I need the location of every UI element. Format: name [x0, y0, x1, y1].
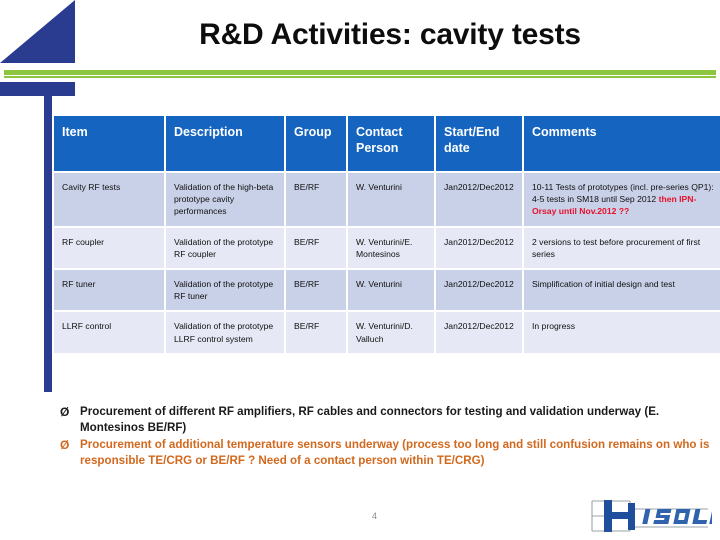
table-header: Item Description Group Contact Person St… — [54, 116, 720, 171]
cell-contact: W. Venturini — [348, 173, 434, 226]
cell-dates: Jan2012/Dec2012 — [436, 312, 522, 353]
hie-isolde-logo — [586, 497, 720, 535]
table-row: RF tuner Validation of the prototype RF … — [54, 270, 720, 311]
cell-description: Validation of the prototype RF tuner — [166, 270, 284, 311]
cell-contact: W. Venturini/D. Valluch — [348, 312, 434, 353]
column-header-start-end-date: Start/End date — [436, 116, 522, 171]
cell-description: Validation of the high-beta prototype ca… — [166, 173, 284, 226]
cell-item: RF tuner — [54, 270, 164, 311]
cell-comments: In progress — [524, 312, 720, 353]
page-number: 4 — [372, 511, 378, 521]
comments-plain-text: In progress — [532, 321, 575, 332]
bullet-text: Procurement of additional temperature se… — [80, 438, 710, 467]
column-header-group: Group — [286, 116, 346, 171]
table-header-row: Item Description Group Contact Person St… — [54, 116, 720, 171]
left-vertical-stripe — [44, 96, 52, 392]
column-header-description: Description — [166, 116, 284, 171]
list-item: Ø Procurement of additional temperature … — [60, 437, 710, 468]
page-title: R&D Activities: cavity tests — [199, 18, 581, 51]
bullet-arrow-icon: Ø — [60, 438, 70, 453]
bullet-text: Procurement of different RF amplifiers, … — [80, 405, 660, 434]
cell-group: BE/RF — [286, 227, 346, 269]
cell-group: BE/RF — [286, 312, 346, 353]
comments-plain-text: 2 versions to test before procurement of… — [532, 236, 701, 259]
rd-activities-table-wrapper: Item Description Group Contact Person St… — [52, 114, 720, 355]
cell-contact: W. Venturini — [348, 270, 434, 311]
corner-bar-decoration — [0, 82, 75, 96]
cell-item: RF coupler — [54, 227, 164, 269]
cell-description: Validation of the prototype LLRF control… — [166, 312, 284, 353]
comments-plain-text: Simplification of initial design and tes… — [532, 279, 675, 290]
cell-comments: 2 versions to test before procurement of… — [524, 227, 720, 269]
cell-group: BE/RF — [286, 173, 346, 226]
cell-item: LLRF control — [54, 312, 164, 353]
bullet-arrow-icon: Ø — [60, 405, 70, 419]
corner-triangle-decoration — [0, 0, 75, 63]
table-row: LLRF control Validation of the prototype… — [54, 312, 720, 353]
cell-dates: Jan2012/Dec2012 — [436, 173, 522, 226]
cell-group: BE/RF — [286, 270, 346, 311]
column-header-item: Item — [54, 116, 164, 171]
cell-item: Cavity RF tests — [54, 173, 164, 226]
cell-dates: Jan2012/Dec2012 — [436, 227, 522, 269]
bullet-list: Ø Procurement of different RF amplifiers… — [60, 404, 710, 471]
table-row: RF coupler Validation of the prototype R… — [54, 227, 720, 269]
cell-comments: Simplification of initial design and tes… — [524, 270, 720, 311]
table-row: Cavity RF tests Validation of the high-b… — [54, 173, 720, 226]
column-header-comments: Comments — [524, 116, 720, 171]
rd-activities-table: Item Description Group Contact Person St… — [52, 114, 720, 355]
slide-canvas: R&D Activities: cavity tests Item Descri… — [0, 0, 720, 540]
table-body: Cavity RF tests Validation of the high-b… — [54, 173, 720, 353]
cell-description: Validation of the prototype RF coupler — [166, 227, 284, 269]
column-header-contact-person: Contact Person — [348, 116, 434, 171]
cell-contact: W. Venturini/E. Montesinos — [348, 227, 434, 269]
cell-dates: Jan2012/Dec2012 — [436, 270, 522, 311]
green-divider-rule — [4, 70, 716, 75]
green-divider-rule-thin — [4, 76, 716, 78]
cell-comments: 10-11 Tests of prototypes (incl. pre-ser… — [524, 173, 720, 226]
list-item: Ø Procurement of different RF amplifiers… — [60, 404, 710, 435]
